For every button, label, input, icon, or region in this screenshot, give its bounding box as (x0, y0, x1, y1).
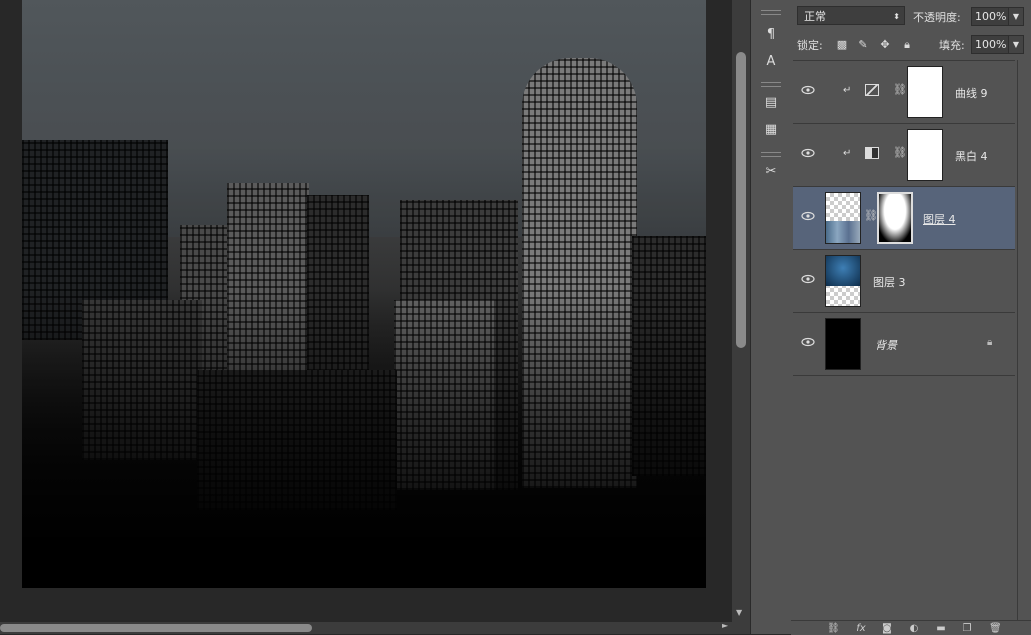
layer-row-layer-3[interactable]: 图层 3 (793, 250, 1015, 313)
layer-name: 曲线 9 (955, 87, 988, 100)
canvas-area (0, 0, 732, 622)
eye-icon[interactable] (801, 148, 815, 158)
horizontal-scrollbar[interactable]: ► (0, 621, 750, 634)
opacity-input[interactable]: 100% (971, 7, 1009, 26)
new-layer-icon[interactable]: ❐ (961, 623, 973, 634)
vertical-scrollbar[interactable]: ▼ (732, 0, 750, 622)
layer-thumbnail[interactable] (825, 255, 861, 307)
layer-name: 图层 4 (923, 213, 956, 226)
eye-icon[interactable] (801, 85, 815, 95)
layers-panel: 正常 ⬍ 不透明度: 100% ▼ 锁定: ▩ ✎ ✥ 🔒︎ 填充: 100% … (791, 0, 1031, 635)
strip-grip[interactable] (761, 10, 781, 15)
lock-image-icon[interactable]: ✎ (857, 39, 869, 51)
fill-label: 填充: (939, 39, 965, 52)
lock-transparent-icon[interactable]: ▩ (836, 39, 848, 51)
layer-name: 图层 3 (873, 276, 906, 289)
history-icon[interactable]: ▤ (761, 93, 781, 113)
chain-link-icon[interactable]: ⛓ (893, 146, 907, 159)
layer-list-scrollbar[interactable] (1017, 60, 1030, 620)
chain-link-icon[interactable]: ⛓ (893, 83, 907, 96)
paragraph-style-icon[interactable]: ¶ (761, 25, 781, 45)
blend-mode-value: 正常 (804, 10, 826, 23)
tool-presets-icon[interactable]: ✂ (761, 162, 781, 182)
character-style-icon[interactable]: A (761, 52, 781, 72)
fill-input[interactable]: 100% (971, 35, 1009, 54)
vertical-scroll-thumb[interactable] (736, 52, 746, 348)
chevron-down-icon: ▼ (1012, 40, 1020, 49)
fill-dropdown-button[interactable]: ▼ (1008, 35, 1024, 54)
eye-icon[interactable] (801, 211, 815, 221)
new-adjustment-icon[interactable]: ◐ (908, 623, 920, 634)
dark-gradient-overlay (22, 288, 706, 588)
lock-icon: 🔒︎ (987, 337, 993, 348)
document-canvas[interactable] (22, 0, 706, 588)
eye-icon[interactable] (801, 337, 815, 347)
new-group-icon[interactable]: ▬ (935, 623, 947, 634)
lock-position-icon[interactable]: ✥ (879, 39, 891, 51)
layer-name: 黑白 4 (955, 150, 988, 163)
link-layers-icon[interactable]: ⛓ (827, 623, 840, 634)
layer-row-curves[interactable]: ↵ ⛓ 曲线 9 (793, 61, 1015, 124)
opacity-label: 不透明度: (913, 11, 961, 24)
clip-arrow-icon: ↵ (843, 148, 852, 159)
layer-name: 背景 (875, 339, 897, 352)
layer-row-black-white[interactable]: ↵ ⛓ 黑白 4 (793, 124, 1015, 187)
lock-label: 锁定: (797, 39, 823, 52)
layer-row-background[interactable]: 背景 🔒︎ (793, 313, 1015, 376)
scroll-down-arrow-icon[interactable]: ▼ (736, 608, 742, 617)
strip-grip-2[interactable] (761, 82, 781, 87)
delete-layer-icon[interactable]: 🗑︎ (989, 623, 1002, 634)
layer-mask-thumbnail[interactable] (877, 192, 913, 244)
clip-arrow-icon: ↵ (843, 85, 852, 96)
layer-thumbnail[interactable] (825, 318, 861, 370)
layer-thumbnail[interactable] (825, 192, 861, 244)
lock-all-icon[interactable]: 🔒︎ (901, 39, 913, 51)
chain-link-icon[interactable]: ⛓ (864, 209, 878, 222)
notes-icon[interactable]: ▦ (761, 120, 781, 140)
updown-arrow-icon: ⬍ (893, 12, 900, 21)
strip-grip-3[interactable] (761, 152, 781, 157)
scroll-right-arrow-icon[interactable]: ► (722, 621, 728, 630)
mask-thumbnail[interactable] (907, 66, 943, 118)
layer-row-layer-4[interactable]: ⛓ 图层 4 (793, 187, 1015, 250)
eye-icon[interactable] (801, 274, 815, 284)
city-preview (826, 221, 860, 243)
blue-cloud-preview (826, 256, 860, 286)
chevron-down-icon: ▼ (1012, 12, 1020, 21)
layer-list: ↵ ⛓ 曲线 9 ↵ ⛓ 黑白 4 ⛓ 图层 4 图层 3 背景 🔒︎ (793, 60, 1015, 379)
horizontal-scroll-thumb[interactable] (0, 624, 312, 632)
curves-adjustment-icon[interactable] (865, 84, 879, 96)
fx-icon[interactable]: fx (855, 623, 867, 634)
opacity-dropdown-button[interactable]: ▼ (1008, 7, 1024, 26)
add-mask-icon[interactable]: ◙ (881, 623, 893, 634)
mask-thumbnail[interactable] (907, 129, 943, 181)
layers-bottom-bar: ⛓ fx ◙ ◐ ▬ ❐ 🗑︎ (791, 620, 1031, 635)
panel-tool-strip: ¶ A ▤ ▦ ✂ (750, 0, 792, 634)
black-white-adjustment-icon[interactable] (865, 147, 879, 159)
blend-mode-select[interactable]: 正常 ⬍ (797, 6, 905, 25)
